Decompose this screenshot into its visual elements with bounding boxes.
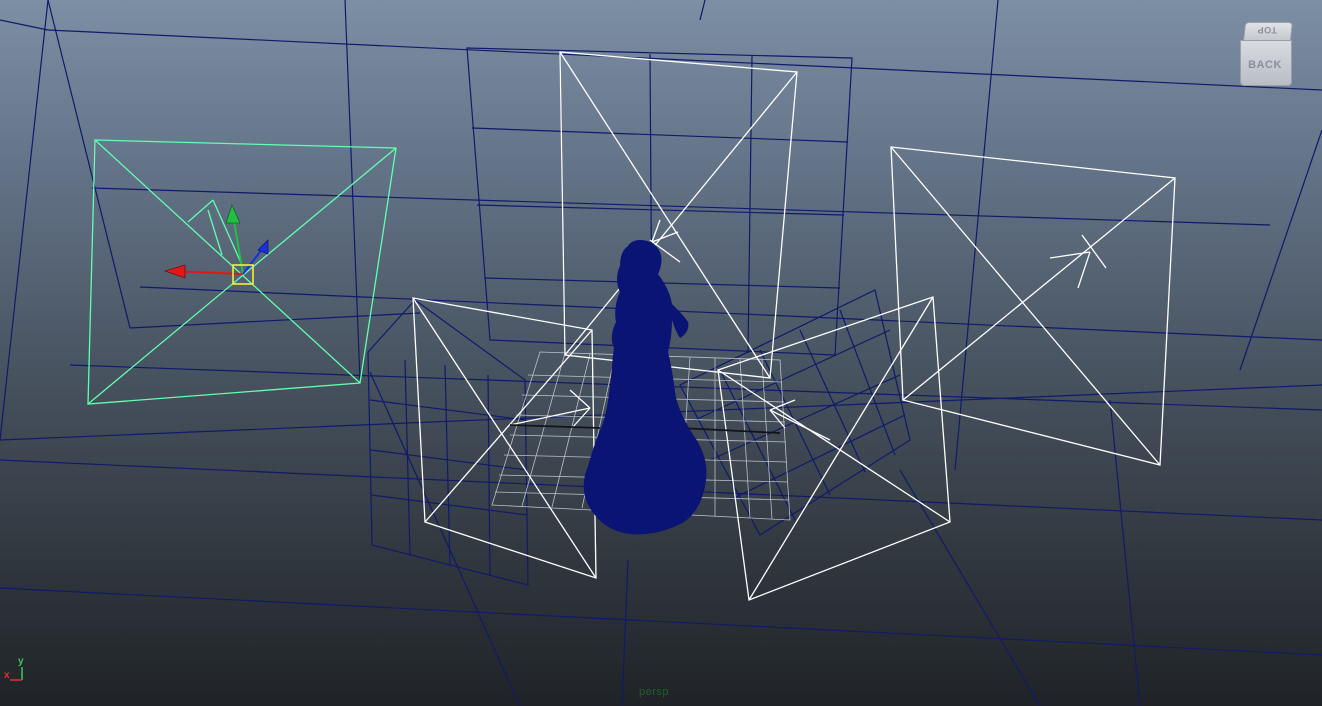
light-front-left[interactable]: [412, 297, 597, 579]
maya-perspective-viewport[interactable]: TOP BACK persp x y: [0, 0, 1322, 706]
camera-name-label: persp: [638, 686, 670, 698]
axis-y-label: y: [18, 656, 24, 667]
view-cube-back-label: BACK: [1248, 59, 1282, 71]
axis-x-label: x: [4, 670, 10, 681]
view-cube-top-label: TOP: [1257, 25, 1277, 35]
view-cube[interactable]: TOP BACK: [1238, 22, 1296, 88]
move-manipulator[interactable]: [164, 204, 269, 285]
light-front-right[interactable]: [717, 296, 951, 601]
scene-canvas[interactable]: [0, 0, 1322, 706]
axis-indicator: x y: [0, 654, 32, 688]
